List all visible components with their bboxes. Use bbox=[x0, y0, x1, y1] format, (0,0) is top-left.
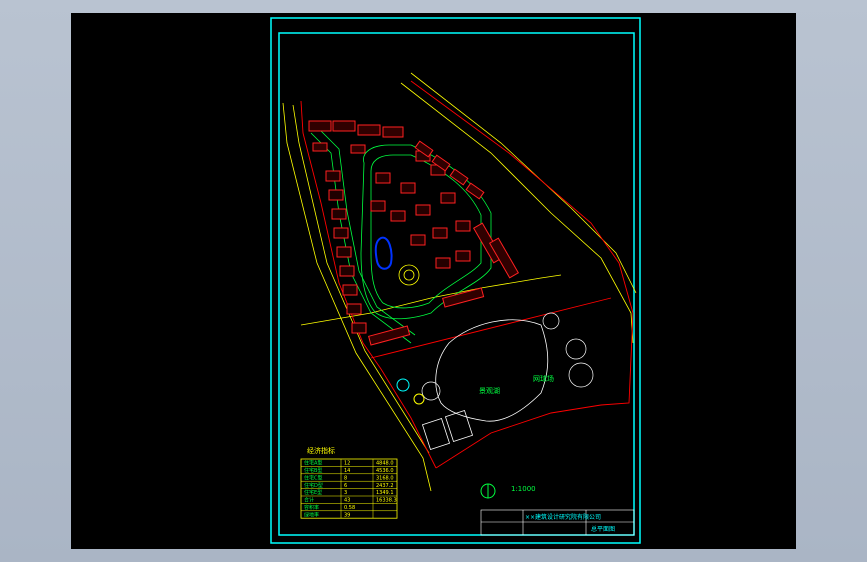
legend-cell: 住宅A型 bbox=[304, 460, 322, 467]
legend-cell: 43 bbox=[344, 498, 350, 504]
drawing-name: 总平面图 bbox=[591, 525, 615, 533]
buildings-inner-villas bbox=[370, 150, 471, 269]
legend-cell: 8 bbox=[344, 475, 347, 481]
court-label: 网球场 bbox=[533, 374, 554, 383]
legend-cell: 4848.0 bbox=[376, 461, 394, 467]
legend-cell: 容积率 bbox=[304, 504, 319, 511]
company-name: ××建筑设计研究院有限公司 bbox=[525, 513, 601, 521]
legend-cell: 6 bbox=[344, 483, 347, 489]
site-plan-drawing: 景观湖 网球场 1:1000 经济指标 住宅A型 12 4848.0 住宅B型 14 45… bbox=[270, 17, 641, 544]
legend-cell: 2437.2 bbox=[376, 483, 394, 489]
tree-clusters bbox=[421, 312, 594, 401]
central-plaza bbox=[398, 264, 420, 286]
legend-cell: 14 bbox=[344, 468, 350, 474]
legend-cell: 住宅E型 bbox=[304, 489, 322, 496]
legend-cell: 3168.0 bbox=[376, 475, 394, 481]
park-area bbox=[435, 319, 549, 422]
north-arrow-icon bbox=[480, 483, 496, 499]
legend-cell: 合计 bbox=[304, 497, 314, 504]
legend-cell: 16338.3 bbox=[376, 498, 397, 504]
lake-label: 景观湖 bbox=[479, 386, 500, 395]
legend-cell: 12 bbox=[344, 461, 350, 467]
legend-cell: 绿地率 bbox=[304, 511, 319, 518]
buildings-top-row bbox=[308, 120, 404, 154]
legend-cell: 住宅D型 bbox=[304, 482, 323, 489]
legend-cell: 4536.0 bbox=[376, 468, 394, 474]
legend-cell: 住宅B型 bbox=[304, 467, 322, 474]
legend-cell: 0.58 bbox=[344, 505, 355, 511]
scale-label: 1:1000 bbox=[511, 485, 536, 493]
pond bbox=[374, 236, 393, 270]
sheet-outer-frame bbox=[270, 17, 641, 544]
cad-viewport[interactable]: 景观湖 网球场 1:1000 经济指标 住宅A型 12 4848.0 住宅B型 14 45… bbox=[71, 13, 796, 549]
legend-cell: 住宅C型 bbox=[304, 474, 323, 481]
road-lines bbox=[282, 72, 637, 492]
buildings-bottom bbox=[368, 287, 485, 346]
legend-title: 经济指标 bbox=[307, 446, 335, 455]
playground bbox=[396, 378, 425, 405]
legend-cell: 39 bbox=[344, 512, 350, 518]
legend-cell: 1349.1 bbox=[376, 490, 394, 496]
legend-cell: 3 bbox=[344, 490, 347, 496]
legend-table: 住宅A型 12 4848.0 住宅B型 14 4536.0 住宅C型 8 3168.0 住宅D型 6… bbox=[300, 458, 398, 519]
